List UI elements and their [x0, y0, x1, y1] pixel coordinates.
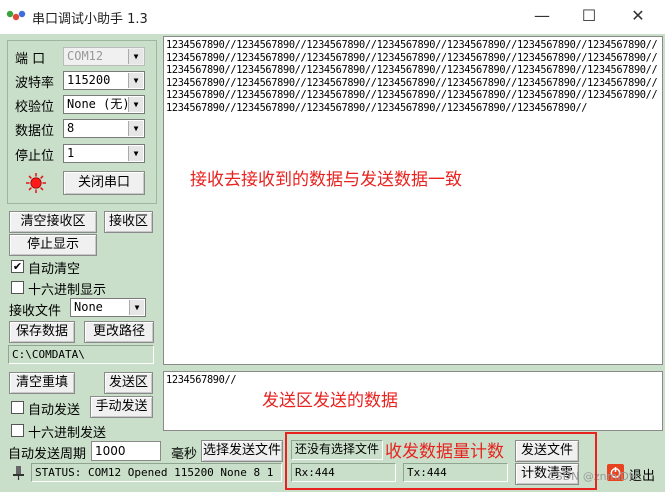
hex-display-checkbox[interactable] — [11, 281, 24, 294]
receive-text-area[interactable]: 1234567890//1234567890//1234567890//1234… — [163, 36, 663, 365]
chevron-down-icon: ▼ — [129, 300, 144, 315]
status-text: STATUS: COM12 Opened 115200 None 8 1 — [31, 463, 282, 482]
receive-text: 1234567890//1234567890//1234567890//1234… — [166, 39, 658, 114]
databits-value: 8 — [67, 121, 75, 135]
stop-display-button[interactable]: 停止显示 — [9, 234, 97, 256]
hex-send-checkbox[interactable] — [11, 424, 24, 437]
send-period-label: 自动发送周期 — [8, 447, 87, 462]
databits-select[interactable]: 8 ▼ — [63, 119, 145, 138]
receive-annotation: 接收去接收到的数据与发送数据一致 — [190, 170, 462, 190]
chevron-down-icon: ▼ — [128, 146, 143, 161]
chevron-down-icon: ▼ — [128, 73, 143, 88]
title-bar: 串口调试小助手 1.3 — ☐ ✕ — [0, 0, 665, 34]
send-annotation: 发送区发送的数据 — [262, 391, 398, 411]
baud-value: 115200 — [67, 73, 111, 87]
hex-send-label: 十六进制发送 — [28, 426, 107, 441]
send-text: 1234567890// — [166, 374, 237, 386]
receive-file-select[interactable]: None ▼ — [70, 298, 146, 317]
port-status-indicator-icon — [26, 173, 46, 193]
close-port-button[interactable]: 关闭串口 — [63, 171, 145, 195]
pin-icon[interactable] — [10, 464, 28, 480]
app-icon — [6, 10, 26, 21]
counter-highlight-box — [285, 432, 597, 490]
baud-select[interactable]: 115200 ▼ — [63, 71, 145, 90]
auto-clear-label: 自动清空 — [28, 262, 81, 277]
maximize-button[interactable]: ☐ — [572, 4, 606, 28]
manual-send-button[interactable]: 手动发送 — [90, 396, 153, 418]
receive-area-label: 接收区 — [104, 211, 153, 233]
hex-display-label: 十六进制显示 — [28, 283, 107, 298]
stopbits-label: 停止位 — [15, 149, 55, 164]
auto-send-label: 自动发送 — [28, 403, 81, 418]
select-send-file-button[interactable]: 选择发送文件 — [201, 440, 283, 462]
send-area-label: 发送区 — [104, 372, 153, 394]
parity-select[interactable]: None (无) ▼ — [63, 95, 145, 114]
stopbits-select[interactable]: 1 ▼ — [63, 144, 145, 163]
auto-clear-checkbox[interactable]: ✔ — [11, 260, 24, 273]
receive-file-value: None — [74, 300, 103, 314]
clear-receive-button[interactable]: 清空接收区 — [9, 211, 97, 233]
minimize-button[interactable]: — — [525, 4, 559, 28]
parity-label: 校验位 — [15, 100, 55, 115]
save-data-button[interactable]: 保存数据 — [9, 321, 75, 343]
chevron-down-icon: ▼ — [128, 49, 143, 64]
close-button[interactable]: ✕ — [621, 4, 655, 28]
auto-send-checkbox[interactable] — [11, 401, 24, 414]
baud-label: 波特率 — [15, 76, 55, 91]
receive-file-label: 接收文件 — [9, 304, 62, 319]
save-path-display: C:\COMDATA\ — [8, 345, 154, 364]
period-unit-label: 毫秒 — [171, 447, 198, 462]
window-title: 串口调试小助手 1.3 — [32, 12, 148, 27]
send-text-area[interactable]: 1234567890// — [163, 371, 663, 431]
databits-label: 数据位 — [15, 124, 55, 139]
port-select[interactable]: COM12 ▼ — [63, 47, 145, 66]
change-path-button[interactable]: 更改路径 — [84, 321, 154, 343]
chevron-down-icon: ▼ — [128, 97, 143, 112]
port-label: 端 口 — [15, 52, 46, 67]
clear-send-button[interactable]: 清空重填 — [9, 372, 75, 394]
send-period-input[interactable]: 1000 — [91, 441, 161, 461]
chevron-down-icon: ▼ — [128, 121, 143, 136]
parity-value: None (无) — [67, 97, 130, 111]
stopbits-value: 1 — [67, 146, 75, 160]
port-value: COM12 — [67, 49, 104, 63]
